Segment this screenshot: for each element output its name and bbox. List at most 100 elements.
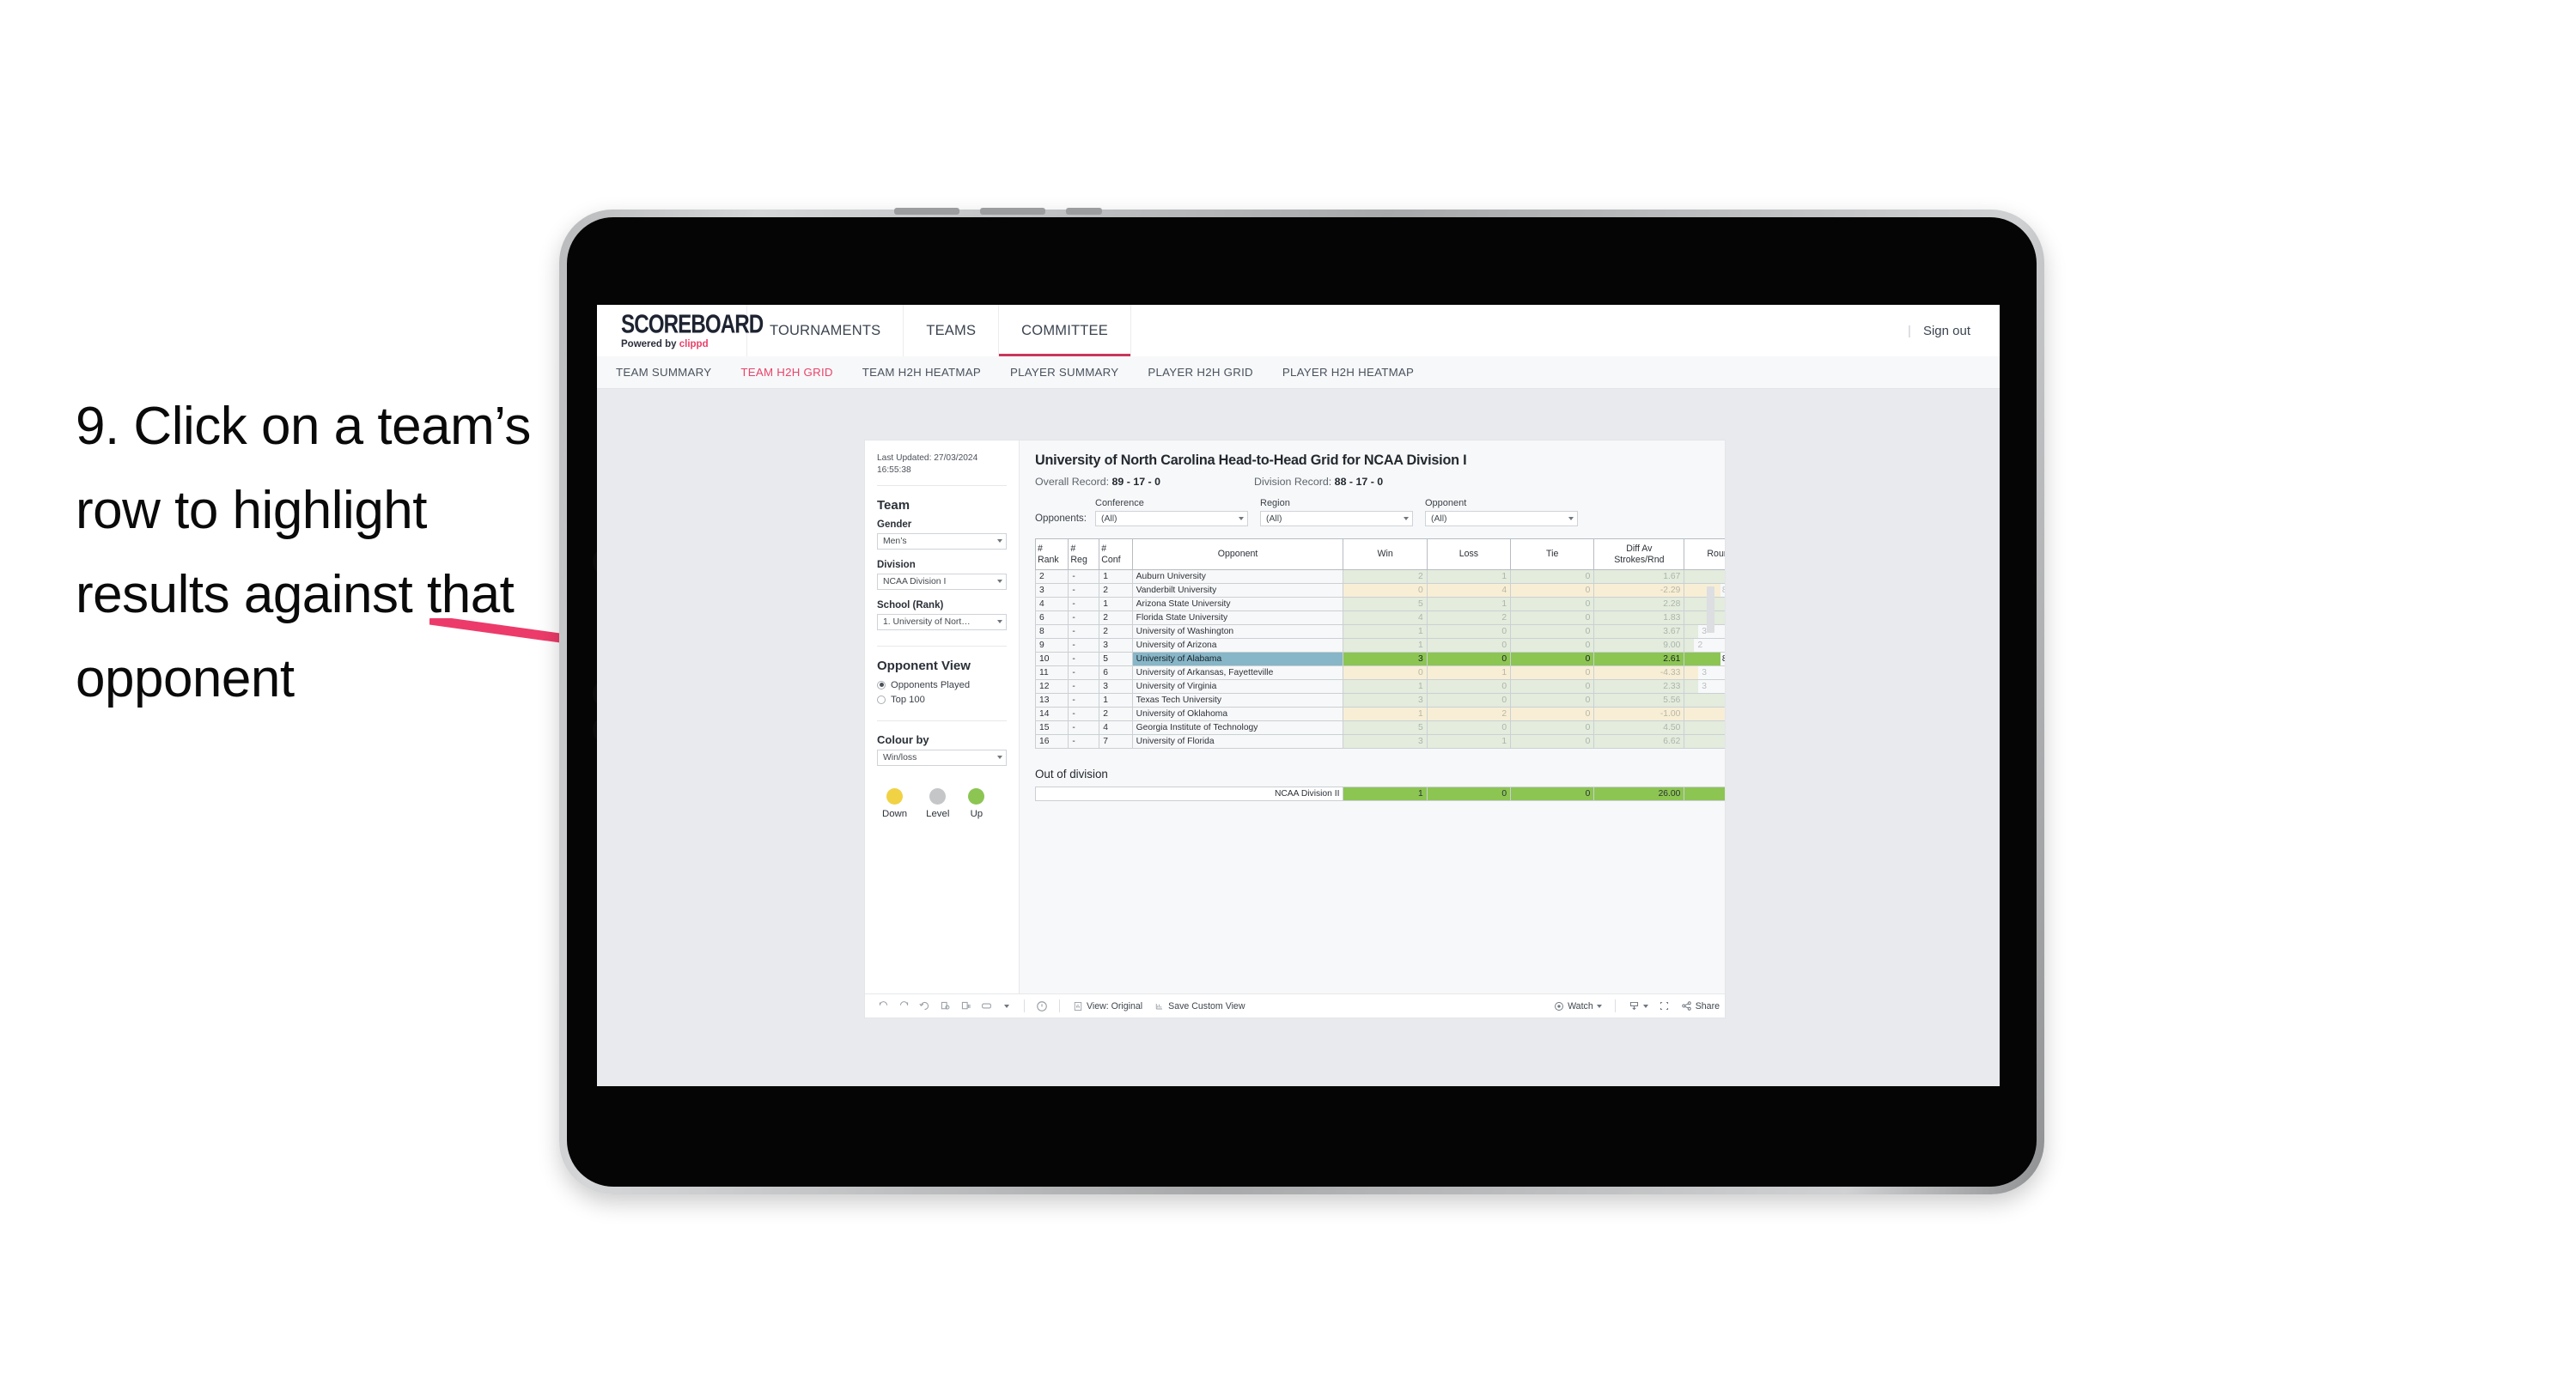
last-updated-text: Last Updated: 27/03/2024 16:55:38 (877, 453, 1007, 486)
col-header-loss[interactable]: Loss (1426, 538, 1512, 571)
radio-opponents-played-label: Opponents Played (891, 679, 971, 690)
cell-rounds: 9 (1684, 734, 1725, 750)
chevron-down-icon (997, 580, 1002, 584)
chevron-down-icon (1596, 1004, 1602, 1008)
radio-opponents-played[interactable]: Opponents Played (877, 680, 1007, 690)
device-layout-icon[interactable] (977, 998, 996, 1015)
radio-top-100[interactable]: Top 100 (877, 695, 1007, 705)
col-header-rounds[interactable]: Rounds (1684, 538, 1725, 571)
device-top-nub-right (1066, 208, 1102, 215)
conference-filter-select[interactable]: (All) (1095, 511, 1248, 526)
col-header-win[interactable]: Win (1343, 538, 1428, 571)
cell-win: 1 (1343, 624, 1428, 640)
view-original-button[interactable]: View: Original (1068, 1001, 1148, 1011)
watch-button[interactable]: Watch (1549, 1001, 1607, 1011)
region-filter-select[interactable]: (All) (1260, 511, 1413, 526)
cell-loss: 0 (1426, 638, 1512, 653)
cell-loss: 0 (1426, 787, 1512, 802)
cell-tie: 0 (1510, 734, 1595, 750)
revert-icon[interactable] (915, 998, 934, 1015)
opponent-filter-select[interactable]: (All) (1425, 511, 1578, 526)
col-header-rank[interactable]: # Rank (1034, 538, 1069, 571)
share-button[interactable]: Share (1676, 1000, 1725, 1011)
chevron-down-icon (1568, 517, 1574, 520)
pause-auto-update-icon[interactable] (956, 998, 975, 1015)
cell-tie: 0 (1510, 652, 1595, 667)
cell-diff: 3.67 (1593, 624, 1685, 640)
rounds-value: 8 (1688, 585, 1725, 597)
cell-opponent: Florida State University (1131, 610, 1344, 626)
table-row[interactable]: 4-1Arizona State University5102.2817 (1034, 597, 1725, 612)
cell-tie: 0 (1510, 610, 1595, 626)
fullscreen-icon[interactable] (1655, 998, 1674, 1015)
h2h-grid-table: # Rank # Reg # Conf Opponent Win Loss Tie D… (1034, 538, 1725, 750)
panel-divider (877, 645, 1007, 647)
col-header-rank-l2: Rank (1038, 554, 1059, 565)
col-header-opponent[interactable]: Opponent (1131, 538, 1344, 571)
sub-navigation-bar: TEAM SUMMARY TEAM H2H GRID TEAM H2H HEAT… (597, 356, 2000, 389)
logo-tagline: Powered by clippd (621, 339, 746, 349)
cell-reg: - (1068, 569, 1100, 585)
cell-rounds: 9 (1684, 707, 1725, 722)
undo-icon[interactable] (874, 998, 892, 1015)
subnav-item-team-h2h-heatmap[interactable]: TEAM H2H HEATMAP (862, 366, 981, 379)
cell-win: 2 (1343, 569, 1428, 585)
gender-select[interactable]: Men’s (877, 532, 1007, 550)
subnav-item-player-h2h-grid[interactable]: PLAYER H2H GRID (1148, 366, 1252, 379)
cell-conf: 4 (1099, 720, 1133, 736)
cell-reg: - (1068, 707, 1100, 722)
cell-rank: 6 (1034, 610, 1069, 626)
school-rank-label: School (Rank) (877, 599, 944, 610)
device-layout-caret-icon[interactable] (997, 998, 1016, 1015)
cell-reg: - (1068, 583, 1100, 598)
cell-tie: 0 (1510, 624, 1595, 640)
col-header-conf[interactable]: # Conf (1099, 538, 1133, 571)
table-row[interactable]: 2-1Auburn University2101.679 (1034, 569, 1725, 585)
download-button[interactable] (1623, 1000, 1653, 1011)
subnav-item-team-summary[interactable]: TEAM SUMMARY (616, 366, 711, 379)
app-logo[interactable]: SCOREBOARD Powered by clippd (597, 305, 764, 356)
cell-loss: 1 (1426, 734, 1512, 750)
col-header-tie[interactable]: Tie (1510, 538, 1595, 571)
nav-item-teams[interactable]: TEAMS (904, 305, 1000, 356)
cell-rank: 12 (1034, 679, 1069, 695)
cell-win: 0 (1343, 665, 1428, 681)
subnav-item-player-summary[interactable]: PLAYER SUMMARY (1010, 366, 1118, 379)
colour-by-select[interactable]: Win/loss (877, 749, 1007, 766)
cell-rank: 4 (1034, 597, 1069, 612)
legend-label-down: Down (882, 808, 908, 819)
redo-icon[interactable] (894, 998, 913, 1015)
cell-opponent: University of Virginia (1131, 679, 1344, 695)
division-label: Division (877, 559, 916, 570)
rounds-value: 8 (1688, 653, 1725, 665)
table-row[interactable]: 3-2Vanderbilt University040-2.298 (1034, 583, 1725, 598)
school-rank-select[interactable]: 1. University of Nort… (877, 613, 1007, 630)
table-row[interactable]: 15-4 Georgia Institute of Technology 5 0 0 4.… (1034, 720, 1725, 736)
subnav-item-team-h2h-grid[interactable]: TEAM H2H GRID (740, 366, 832, 379)
cell-reg: - (1068, 638, 1100, 653)
nav-item-tournaments[interactable]: TOURNAMENTS (747, 305, 904, 356)
chevron-down-icon (997, 756, 1002, 760)
table-row[interactable]: 11-6 University of Arkansas, Fayetteville… (1034, 665, 1725, 681)
subnav-item-player-h2h-heatmap[interactable]: PLAYER H2H HEATMAP (1282, 366, 1414, 379)
table-row[interactable]: 12-3 University of Virginia 1 0 0 2.33 3 (1034, 679, 1725, 695)
out-of-division-row[interactable]: NCAA Division II10026.003 (1034, 787, 1725, 802)
signout-link[interactable]: Sign out (1923, 324, 1970, 338)
table-row[interactable]: 6-2Florida State University4201.8312 (1034, 610, 1725, 626)
nav-item-committee[interactable]: COMMITTEE (999, 305, 1131, 356)
table-row[interactable]: 8-2 University of Washington 1 0 0 3.67 3 (1034, 624, 1725, 640)
col-header-diff-av-strokes[interactable]: Diff Av Strokes/Rnd (1593, 538, 1685, 571)
refresh-icon[interactable] (935, 998, 954, 1015)
table-row[interactable]: 16-7University of Florida3106.629 (1034, 734, 1725, 750)
division-select[interactable]: NCAA Division I (877, 573, 1007, 590)
table-row[interactable]: 14-2University of Oklahoma120-1.009 (1034, 707, 1725, 722)
col-header-reg[interactable]: # Reg (1068, 538, 1100, 571)
save-custom-view-button[interactable]: Save Custom View (1149, 1001, 1250, 1011)
table-row[interactable]: 10-5University of Alabama3002.618 (1034, 652, 1725, 667)
table-row[interactable]: 9-3 University of Arizona 1 0 0 9.00 2 (1034, 638, 1725, 653)
colour-legend: Down Level Up (877, 787, 1007, 819)
help-icon[interactable] (1032, 998, 1051, 1015)
table-row[interactable]: 13-1Texas Tech University3005.569 (1034, 693, 1725, 708)
cell-reg: - (1068, 597, 1100, 612)
region-filter: Region (All) (1260, 498, 1413, 526)
